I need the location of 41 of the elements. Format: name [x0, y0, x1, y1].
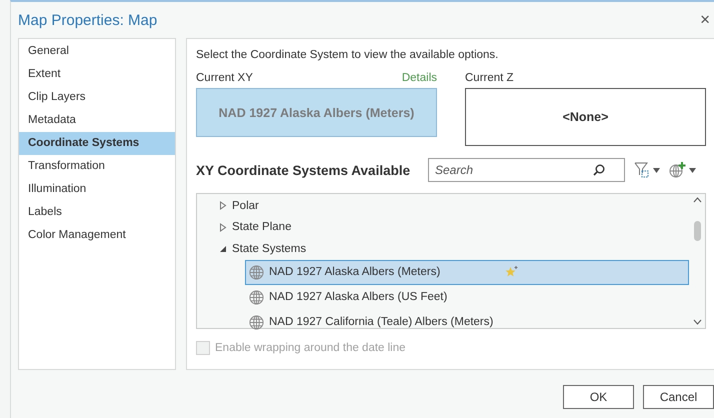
scroll-up-icon[interactable] — [692, 197, 702, 203]
coordinate-system-item[interactable]: NAD 1927 Alaska Albers (Meters) — [245, 260, 689, 284]
scroll-down-icon[interactable] — [692, 319, 702, 325]
wrap-label: Enable wrapping around the date line — [215, 342, 406, 354]
tree-folder[interactable]: State Systems — [232, 242, 306, 255]
sidebar-item[interactable]: Illumination — [19, 178, 175, 201]
cancel-button[interactable]: Cancel — [643, 385, 714, 409]
sidebar-item[interactable]: Coordinate Systems — [19, 132, 175, 155]
section-heading: XY Coordinate Systems Available — [196, 162, 412, 178]
ok-button[interactable]: OK — [563, 385, 634, 409]
sidebar-item[interactable]: Transformation — [19, 155, 175, 178]
favorite-star-icon[interactable] — [505, 266, 518, 278]
collapsed-arrow-icon[interactable] — [219, 201, 227, 210]
current-xy-label: Current XY — [196, 72, 253, 86]
search-field[interactable]: Search — [428, 158, 625, 182]
current-z-label: Current Z — [465, 72, 514, 86]
caret-icon[interactable] — [653, 168, 660, 172]
sidebar-item[interactable]: General — [19, 40, 175, 63]
instruction-text: Select the Coordinate System to view the available options. — [196, 49, 500, 61]
expanded-arrow-icon[interactable] — [219, 244, 227, 254]
coordinate-system-item[interactable]: NAD 1927 Alaska Albers (US Feet) — [245, 284, 689, 310]
search-icon[interactable] — [593, 164, 605, 176]
collapsed-arrow-icon[interactable] — [219, 222, 227, 232]
sidebar-item[interactable]: Metadata — [19, 109, 175, 132]
add-coordinate-system-button[interactable] — [669, 162, 696, 178]
current-z-value[interactable]: <None> — [465, 88, 706, 146]
close-button[interactable]: × — [700, 10, 714, 30]
coordinate-system-item[interactable]: NAD 1927 California (Teale) Albers (Meters) — [245, 310, 689, 334]
tree-folder[interactable]: Polar — [232, 200, 259, 212]
globe-icon — [249, 314, 264, 330]
filter-button[interactable] — [634, 162, 660, 178]
sidebar-item[interactable]: Color Management — [19, 224, 175, 247]
sidebar-item[interactable]: Extent — [19, 63, 175, 86]
sidebar-item[interactable]: Clip Layers — [19, 86, 175, 109]
caret-icon[interactable] — [689, 168, 696, 172]
sidebar-item[interactable]: Labels — [19, 201, 175, 224]
globe-icon — [249, 264, 264, 280]
tree-folder[interactable]: State Plane — [232, 221, 292, 234]
scroll-thumb[interactable] — [694, 221, 700, 241]
window-title: Map Properties: Map — [18, 12, 158, 28]
globe-icon — [249, 290, 264, 304]
